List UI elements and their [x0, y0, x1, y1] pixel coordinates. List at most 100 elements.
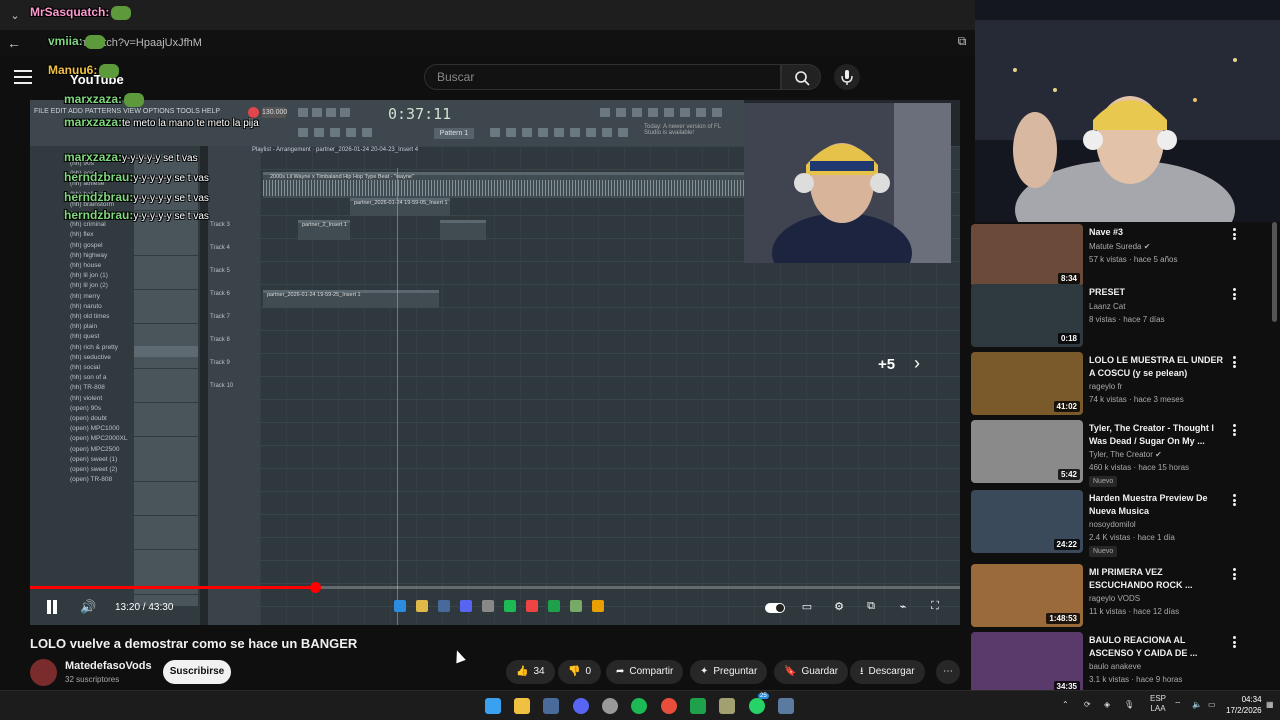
app-icon[interactable] [719, 698, 735, 714]
recommended-video[interactable]: 41:02 LOLO LE MUESTRA EL UNDER A COSCU (y… [971, 352, 1271, 416]
chat-username: herndzbrau: [64, 190, 134, 204]
video-thumbnail[interactable]: 0:18 [971, 284, 1083, 347]
speaker-icon[interactable]: 🔈 [1192, 700, 1202, 709]
recommended-video[interactable]: 34:35 BAULO REACIONA AL ASCENSO Y CAIDA D… [971, 632, 1271, 696]
scrollbar[interactable] [1272, 222, 1277, 322]
more-options-icon[interactable] [1233, 228, 1236, 240]
more-options-icon[interactable] [1233, 494, 1236, 506]
more-actions-button[interactable]: ⋯ [936, 660, 960, 684]
recommended-video[interactable]: 0:18 PRESET Laanz Cat 8 vistas · hace 7 día… [971, 284, 1271, 348]
volume-icon[interactable]: 🔊 [80, 599, 96, 615]
chat-username: Manuu6: [48, 63, 98, 77]
recommended-title[interactable]: LOLO LE MUESTRA EL UNDER A COSCU (y se p… [1089, 354, 1229, 380]
recommended-channel[interactable]: Laanz Cat [1089, 302, 1125, 311]
address-bar[interactable]: ← be.com/watch?v=HpaajUxJfhM ⧉ [0, 30, 975, 56]
spotify-icon[interactable] [631, 698, 647, 714]
recommended-channel[interactable]: Matute Sureda ✔ [1089, 242, 1150, 251]
steam-icon[interactable] [543, 698, 559, 714]
install-icon[interactable]: ⧉ [953, 34, 971, 52]
search-input[interactable]: Buscar [424, 64, 781, 90]
channel-name[interactable]: MatedefasoVods [65, 660, 152, 672]
more-options-icon[interactable] [1233, 568, 1236, 580]
recommended-channel[interactable]: Tyler, The Creator ✔ [1089, 450, 1162, 459]
recommended-title[interactable]: Harden Muestra Preview De Nueva Musica [1089, 492, 1229, 518]
chevron-up-icon[interactable]: ⌃ [1062, 700, 1069, 709]
video-thumbnail[interactable]: 8:34 [971, 224, 1083, 287]
subtitles-icon[interactable]: ▭ [798, 600, 816, 614]
microphone-icon[interactable]: 🎙 [1124, 700, 1134, 709]
fl-clip-label: partner_2026-01-24 19-59-25_Insert 1 [267, 292, 361, 298]
file-explorer-icon[interactable] [514, 698, 530, 714]
recommended-channel[interactable]: baulo anakeve [1089, 662, 1141, 671]
recommended-video[interactable]: 8:34 Nave #3 Matute Sureda ✔ 57 k vistas · … [971, 224, 1271, 288]
like-count: 34 [533, 666, 545, 677]
system-clock[interactable]: 04:34 17/2/2026 [1226, 694, 1262, 716]
app-icon[interactable] [778, 698, 794, 714]
recommended-stats: 460 k vistas · hace 15 horas [1089, 463, 1190, 472]
voice-search-button[interactable] [834, 64, 860, 90]
video-thumbnail[interactable]: 41:02 [971, 352, 1083, 415]
fl-browser-item: (open) MPC2500 [70, 445, 120, 453]
recommended-channel[interactable]: rageylo fr [1089, 382, 1122, 391]
more-videos-count[interactable]: +5 [878, 356, 895, 373]
more-options-icon[interactable] [1233, 636, 1236, 648]
search-button[interactable] [781, 64, 821, 90]
channel-avatar[interactable] [30, 659, 57, 686]
reactor-webcam [975, 0, 1280, 222]
video-thumbnail[interactable]: 24:22 [971, 490, 1083, 553]
subscribe-button[interactable]: Suscribirse [163, 660, 231, 684]
recommended-channel[interactable]: nosoydomilol [1089, 520, 1136, 529]
chevron-right-icon[interactable]: › [914, 353, 920, 374]
like-button[interactable]: 👍 34 [506, 660, 555, 684]
fullscreen-icon[interactable]: ⛶ [926, 600, 944, 614]
fl-audio-clip [440, 220, 486, 240]
video-thumbnail[interactable]: 34:35 [971, 632, 1083, 695]
more-options-icon[interactable] [1233, 356, 1236, 368]
language-indicator[interactable]: ESP LAA [1150, 694, 1166, 714]
discord-icon[interactable] [573, 698, 589, 714]
seek-bar[interactable] [30, 582, 960, 593]
more-options-icon[interactable] [1233, 288, 1236, 300]
battery-icon[interactable]: ▭ [1208, 700, 1216, 709]
recommended-video[interactable]: 5:42 Tyler, The Creator - Thought I Was D… [971, 420, 1271, 487]
new-badge: Nuevo [1089, 546, 1118, 557]
back-icon[interactable]: ← [0, 35, 28, 51]
recommended-title[interactable]: PRESET [1089, 286, 1229, 299]
recommended-channel[interactable]: rageylo VODS [1089, 594, 1140, 603]
video-thumbnail[interactable]: 1:48:53 [971, 564, 1083, 627]
recommended-title[interactable]: MI PRIMERA VEZ ESCUCHANDO ROCK ... [1089, 566, 1229, 592]
tab-list-icon[interactable]: ⌄ [6, 6, 24, 24]
whatsapp-icon[interactable] [749, 698, 765, 714]
recommended-title[interactable]: Tyler, The Creator - Thought I Was Dead … [1089, 422, 1229, 448]
hamburger-menu-icon[interactable] [14, 70, 32, 84]
recommended-title[interactable]: Nave #3 [1089, 226, 1229, 239]
recommended-stats: 11 k vistas · hace 12 días [1089, 607, 1180, 616]
recommended-video[interactable]: 1:48:53 MI PRIMERA VEZ ESCUCHANDO ROCK ..… [971, 564, 1271, 628]
pause-icon[interactable] [45, 600, 59, 614]
miniplayer-icon[interactable]: ⧉ [862, 600, 880, 614]
recommended-video[interactable]: 24:22 Harden Muestra Preview De Nueva Mus… [971, 490, 1271, 557]
wifi-icon[interactable]: ⌔ [1174, 700, 1182, 710]
notifications-icon[interactable]: ▦ [1266, 700, 1274, 709]
security-icon[interactable]: ◈ [1104, 700, 1110, 709]
fl-tool-icon [712, 108, 722, 117]
share-button[interactable]: ➦ Compartir [606, 660, 684, 684]
save-button[interactable]: 🔖 Guardar [774, 660, 849, 684]
fl-browser-item: (hh) TR-808 [70, 384, 105, 392]
cast-icon[interactable]: ⌁ [894, 600, 912, 614]
chrome-icon[interactable] [661, 698, 677, 714]
seek-bar-knob[interactable] [310, 582, 322, 593]
network-icon[interactable]: ⟳ [1084, 700, 1091, 709]
more-options-icon[interactable] [1233, 424, 1236, 436]
download-button[interactable]: ⭳ Descargar [850, 660, 925, 684]
video-thumbnail[interactable]: 5:42 [971, 420, 1083, 483]
dislike-button[interactable]: 👎 0 [558, 660, 602, 684]
fl-browser-item: (hh) naruto [70, 302, 102, 310]
ask-button[interactable]: ✦ Preguntar [690, 660, 768, 684]
recommended-title[interactable]: BAULO REACIONA AL ASCENSO Y CAIDA DE ... [1089, 634, 1229, 660]
settings-gear-icon[interactable]: ⚙ [830, 600, 848, 614]
app-icon[interactable] [690, 698, 706, 714]
start-icon[interactable] [485, 698, 501, 714]
app-icon[interactable] [602, 698, 618, 714]
autoplay-toggle[interactable] [765, 603, 785, 613]
